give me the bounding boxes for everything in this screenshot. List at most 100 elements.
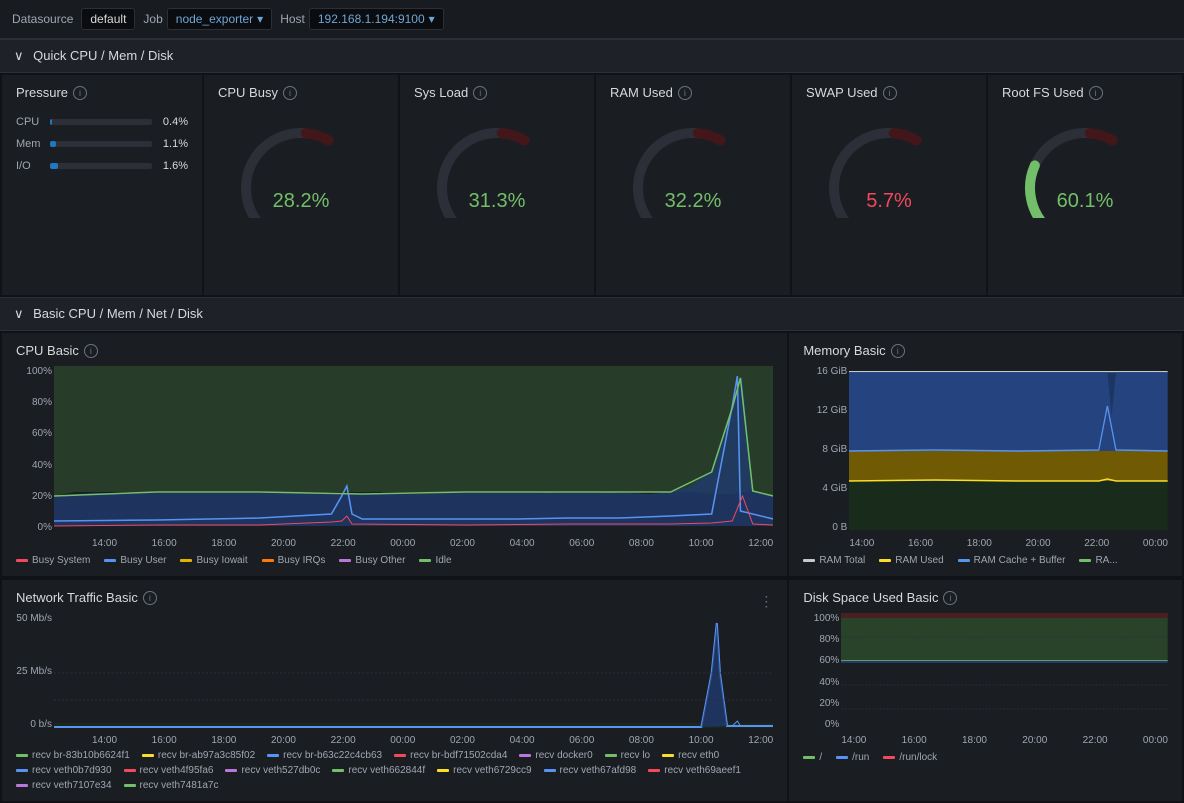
memory-info-icon[interactable]: i (891, 344, 905, 358)
memory-chart-svg (849, 366, 1168, 536)
pressure-info-icon[interactable]: i (73, 86, 87, 100)
legend-item: Idle (419, 555, 451, 566)
gauge-title: RAM Used i (610, 85, 776, 100)
x-axis-label: 10:00 (689, 735, 714, 746)
legend-dot (662, 754, 674, 757)
legend-item: RA... (1079, 555, 1117, 566)
legend-item: recv veth4f95fa6 (124, 765, 214, 776)
y-axis-label: 100% (803, 613, 839, 624)
legend-label: recv br-83b10b6624f1 (32, 750, 130, 761)
gauge-info-icon[interactable]: i (473, 86, 487, 100)
cpu-basic-info-icon[interactable]: i (84, 344, 98, 358)
legend-label: Busy IRQs (278, 555, 326, 566)
legend-item: recv veth0b7d930 (16, 765, 112, 776)
gauge-value: 32.2% (665, 190, 722, 213)
x-axis-label: 14:00 (92, 538, 117, 549)
y-axis-label: 80% (803, 634, 839, 645)
legend-item: Busy System (16, 555, 90, 566)
legend-dot (180, 559, 192, 562)
legend-label: Idle (435, 555, 451, 566)
legend-dot (958, 559, 970, 562)
memory-basic-title: Memory Basic i (803, 343, 1168, 358)
legend-dot (124, 769, 136, 772)
legend-dot (394, 754, 406, 757)
legend-label: recv veth69aeef1 (664, 765, 741, 776)
x-axis-label: 08:00 (629, 538, 654, 549)
legend-label: recv veth4f95fa6 (140, 765, 214, 776)
x-axis-label: 20:00 (271, 538, 296, 549)
gauge-container: 28.2% (218, 108, 384, 221)
gauge-info-icon[interactable]: i (283, 86, 297, 100)
legend-dot (836, 756, 848, 759)
pressure-bar-track (50, 119, 152, 125)
disk-title: Disk Space Used Basic i (803, 590, 1168, 605)
section2-header[interactable]: ∨ Basic CPU / Mem / Net / Disk (0, 297, 1184, 331)
datasource-select[interactable]: default (81, 8, 135, 30)
x-axis-label: 20:00 (271, 735, 296, 746)
job-select[interactable]: node_exporter ▾ (167, 8, 272, 30)
y-axis-label: 0% (803, 719, 839, 730)
gauge-info-icon[interactable]: i (883, 86, 897, 100)
y-axis-label: 12 GiB (803, 405, 847, 416)
section1-header[interactable]: ∨ Quick CPU / Mem / Disk (0, 39, 1184, 73)
gauge-panel-cpu-busy: CPU Busy i 28.2% (204, 75, 398, 295)
network-chart-area (54, 613, 773, 733)
x-axis-label: 02:00 (450, 735, 475, 746)
legend-dot (879, 559, 891, 562)
gauge-info-icon[interactable]: i (1089, 86, 1103, 100)
job-filter-group: Job node_exporter ▾ (143, 8, 272, 30)
legend-item: recv veth67afd98 (544, 765, 637, 776)
legend-item: recv veth69aeef1 (648, 765, 741, 776)
y-axis-label: 0% (16, 522, 52, 533)
network-info-icon[interactable]: i (143, 591, 157, 605)
y-axis-label: 16 GiB (803, 366, 847, 377)
y-axis-label: 60% (16, 428, 52, 439)
gauge-container: 31.3% (414, 108, 580, 221)
x-axis-label: 02:00 (450, 538, 475, 549)
net-y-axis: 50 Mb/s25 Mb/s0 b/s (16, 613, 52, 746)
pressure-title: Pressure i (16, 85, 188, 100)
legend-dot (16, 754, 28, 757)
y-axis-label: 0 b/s (16, 719, 52, 730)
y-axis-label: 40% (803, 677, 839, 688)
cpu-x-axis: 14:0016:0018:0020:0022:0000:0002:0004:00… (54, 536, 773, 549)
gauge-title: Sys Load i (414, 85, 580, 100)
disk-chart-area (841, 613, 1168, 733)
legend-dot (605, 754, 617, 757)
legend-label: recv veth662844f (348, 765, 425, 776)
y-axis-label: 80% (16, 397, 52, 408)
legend-label: RAM Total (819, 555, 865, 566)
x-axis-label: 22:00 (331, 735, 356, 746)
gauge-value: 28.2% (273, 190, 330, 213)
gauge-container: 60.1% (1002, 108, 1168, 221)
bottom-row: Network Traffic Basic i ⋮ 50 Mb/s25 Mb/s… (0, 578, 1184, 803)
legend-label: recv veth527db0c (241, 765, 320, 776)
legend-item: Busy Other (339, 555, 405, 566)
pressure-bar-label: I/O (16, 160, 44, 172)
cpu-chart-svg (54, 366, 773, 536)
legend-dot (16, 769, 28, 772)
pressure-bar-fill (50, 119, 52, 125)
mem-x-axis: 14:0016:0018:0020:0022:0000:00 (849, 536, 1168, 549)
gauge-panel-sys-load: Sys Load i 31.3% (400, 75, 594, 295)
legend-item: Busy User (104, 555, 166, 566)
disk-info-icon[interactable]: i (943, 591, 957, 605)
disk-legend: //run/run/lock (803, 746, 1168, 763)
gauge-info-icon[interactable]: i (678, 86, 692, 100)
legend-dot (262, 559, 274, 562)
legend-label: recv veth0b7d930 (32, 765, 112, 776)
y-axis-label: 50 Mb/s (16, 613, 52, 624)
pressure-bar-value: 1.6% (158, 160, 188, 172)
x-axis-label: 18:00 (211, 538, 236, 549)
legend-label: RA... (1095, 555, 1117, 566)
legend-dot (339, 559, 351, 562)
x-axis-label: 22:00 (1083, 735, 1108, 746)
host-select[interactable]: 192.168.1.194:9100 ▾ (309, 8, 444, 30)
legend-dot (16, 784, 28, 787)
legend-dot (803, 559, 815, 562)
network-title-row: Network Traffic Basic i ⋮ (16, 590, 773, 613)
legend-dot (225, 769, 237, 772)
x-axis-label: 10:00 (689, 538, 714, 549)
pressure-bar-label: Mem (16, 138, 44, 150)
network-menu-icon[interactable]: ⋮ (759, 593, 773, 610)
